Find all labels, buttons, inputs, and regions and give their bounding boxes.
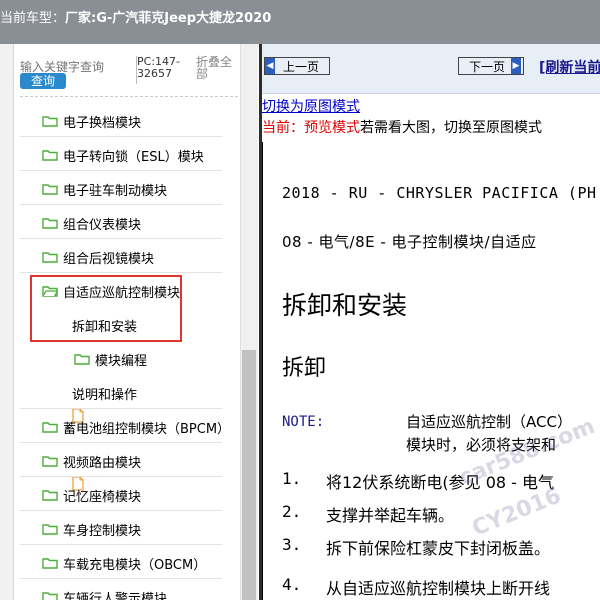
sidebar: 查询 PC:147-32657 折叠全部 电子换档模块 电子转向锁（ESL）模块… [0, 44, 259, 600]
folder-icon [42, 184, 58, 195]
search-button[interactable]: 查询 [20, 73, 66, 89]
tree-item-video-routing[interactable]: 视频路由模块 [42, 446, 141, 476]
doc-section-header: 08 - 电气/8E - 电子控制模块/自适应 [282, 233, 537, 251]
folder-icon [42, 422, 58, 433]
folder-icon [74, 354, 90, 365]
doc-title: 拆卸和安装 [282, 291, 408, 320]
top-bar: 当前车型：厂家:G-广汽菲克Jeep大捷龙2020 [0, 0, 600, 44]
sidebar-scroll-thumb[interactable] [242, 350, 256, 600]
divider [20, 442, 222, 443]
tree-item-label: 电子换档模块 [63, 115, 142, 131]
divider [20, 170, 222, 171]
next-page-button[interactable]: 下一页 ▶ [458, 57, 524, 75]
tree-item-description[interactable]: 说明和操作 [72, 378, 138, 491]
doc-vehicle-header: 2018 - RU - CHRYSLER PACIFICA (PH [282, 184, 597, 202]
folder-icon [42, 558, 58, 569]
next-page-label: 下一页 [469, 59, 506, 74]
divider [20, 272, 222, 273]
page-nav-bar: ◀ 上一页 下一页 ▶ [刷新当前 [262, 44, 600, 94]
step-number: 1. [282, 469, 302, 488]
tree-item-label: 车身控制模块 [63, 523, 142, 539]
folder-icon [42, 218, 58, 229]
divider [20, 204, 222, 205]
step-text: 拆下前保险杠蒙皮下封闭板盖。 [326, 539, 551, 558]
step-number: 3. [282, 535, 302, 554]
folder-icon [42, 456, 58, 467]
current-mode-hint: 若需看大图，切换至原图模式 [360, 120, 542, 136]
refresh-link[interactable]: [刷新当前 [539, 57, 600, 77]
tree-item-label: 电子转向锁（ESL）模块 [63, 149, 204, 165]
tree-item-label: 蓄电池组控制模块（BPCM） [63, 421, 231, 437]
tree-item-label: 模块编程 [95, 353, 148, 369]
prev-page-button[interactable]: ◀ 上一页 [264, 57, 330, 75]
tree-item-label: 视频路由模块 [63, 455, 142, 471]
prev-page-label: 上一页 [283, 59, 320, 74]
step-number: 4. [282, 575, 302, 594]
folder-icon [42, 116, 58, 127]
arrow-left-icon: ◀ [265, 58, 275, 74]
tree-item-mirror[interactable]: 组合后视镜模块 [42, 242, 154, 272]
step-text: 从自适应巡航控制模块上断开线 [326, 579, 551, 598]
vehicle-name: 厂家:G-广汽菲克Jeep大捷龙2020 [65, 11, 272, 26]
tree-item-label: 组合仪表模块 [63, 217, 142, 233]
folder-icon [42, 592, 58, 600]
folder-icon [42, 150, 58, 161]
tree-item-electronic-shift[interactable]: 电子换档模块 [42, 106, 141, 136]
tree-item-esl[interactable]: 电子转向锁（ESL）模块 [42, 140, 204, 170]
switch-original-link[interactable]: 切换为原图模式 [262, 96, 360, 116]
note-label: NOTE: [282, 414, 325, 430]
divider [20, 136, 222, 137]
tree-item-cluster[interactable]: 组合仪表模块 [42, 208, 141, 238]
step-number: 2. [282, 502, 302, 521]
tree-item-label: 电子驻车制动模块 [63, 183, 168, 199]
divider [20, 96, 238, 97]
step-text: 将12伏系统断电(参见 08 - 电气 [326, 473, 554, 492]
folder-icon [42, 524, 58, 535]
tree-item-epb[interactable]: 电子驻车制动模块 [42, 174, 167, 204]
pc-code: PC:147-32657 [137, 55, 180, 80]
current-mode-label: 当前：预览模式 [262, 120, 360, 136]
tree-item-obcm[interactable]: 车载充电模块（OBCM） [42, 548, 206, 578]
step-text: 支撑并举起车辆。 [326, 506, 455, 525]
tree-item-pedestrian-alert[interactable]: 车辆行人警示模块 [42, 582, 167, 600]
highlight-box [30, 275, 182, 342]
tree-item-bpcm[interactable]: 蓄电池组控制模块（BPCM） [42, 412, 230, 442]
current-mode-text: 当前：预览模式若需看大图，切换至原图模式 [262, 117, 542, 137]
divider [20, 408, 222, 409]
divider [20, 476, 222, 477]
divider [20, 544, 222, 545]
tree-item-label: 记忆座椅模块 [63, 489, 142, 505]
document-viewer: ◀ 上一页 下一页 ▶ [刷新当前 切换为原图模式 当前：预览模式若需看大图，切… [262, 44, 600, 600]
tree-item-label: 组合后视镜模块 [63, 251, 155, 267]
tree-item-label: 车辆行人警示模块 [63, 591, 168, 600]
tree-item-memory-seat[interactable]: 记忆座椅模块 [42, 480, 141, 510]
divider [20, 510, 222, 511]
folder-icon [42, 252, 58, 263]
tree-item-programming[interactable]: 模块编程 [74, 344, 147, 374]
note-text: 自适应巡航控制（ACC） [406, 413, 572, 431]
divider [20, 238, 222, 239]
tree-item-label: 车载充电模块（OBCM） [63, 557, 207, 573]
sidebar-edge [0, 44, 14, 600]
arrow-right-icon: ▶ [511, 58, 522, 74]
document-page: 2018 - RU - CHRYSLER PACIFICA (PH 08 - 电… [262, 142, 600, 600]
vehicle-label: 当前车型： [0, 11, 66, 26]
collapse-all-button[interactable]: 折叠全部 [196, 56, 236, 80]
page-edge [262, 142, 263, 600]
tree-item-label: 说明和操作 [72, 387, 138, 403]
folder-icon [42, 490, 58, 501]
tree-item-bcm[interactable]: 车身控制模块 [42, 514, 141, 544]
doc-subtitle: 拆卸 [282, 356, 327, 381]
vehicle-title: 当前车型：厂家:G-广汽菲克Jeep大捷龙2020 [0, 7, 271, 26]
divider [20, 578, 222, 579]
